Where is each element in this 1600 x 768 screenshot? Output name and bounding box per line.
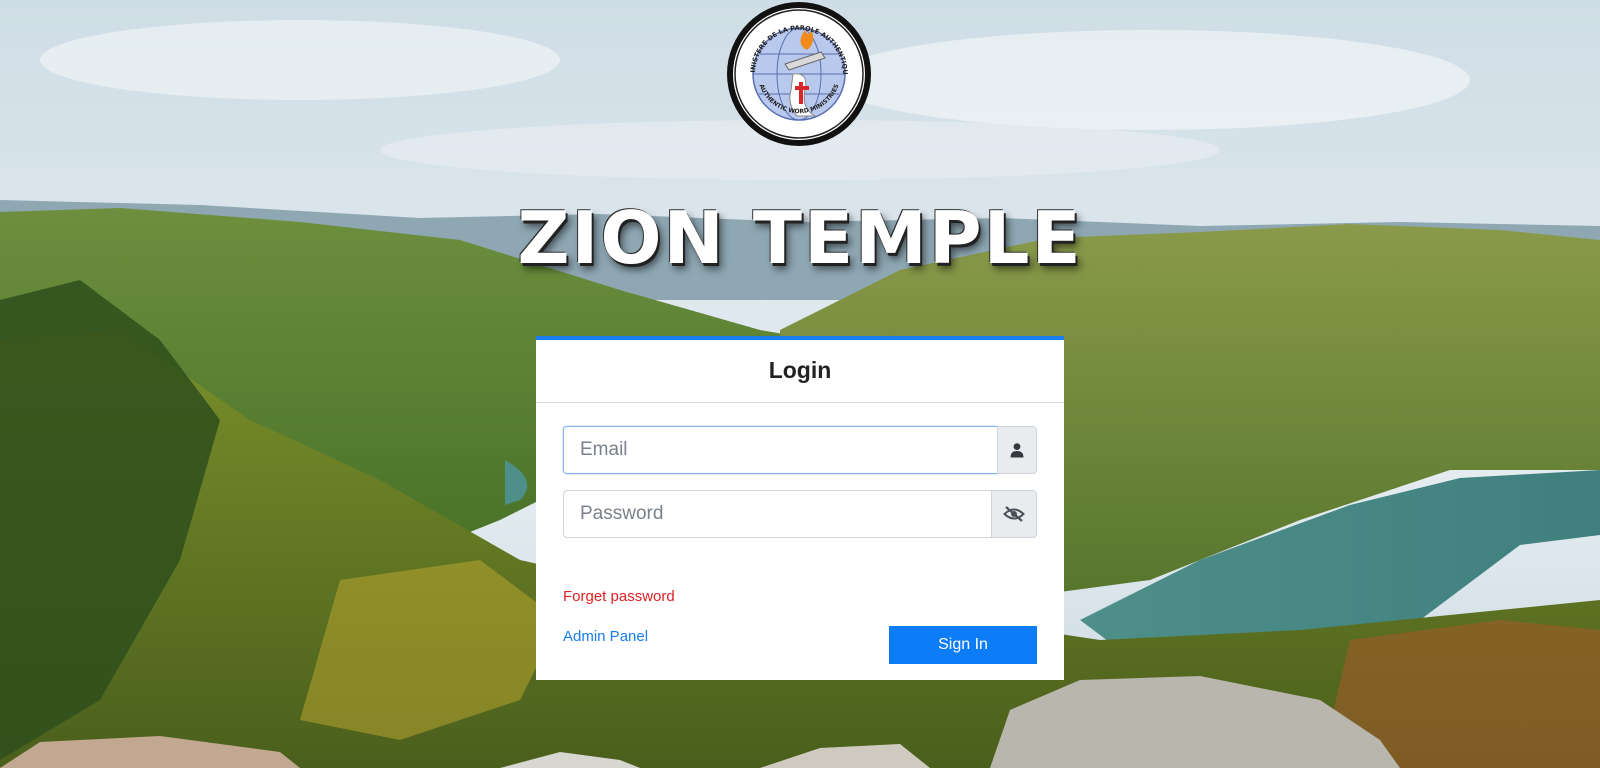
site-title: ZION TEMPLE [517, 196, 1083, 280]
password-input[interactable] [563, 490, 991, 538]
admin-panel-link[interactable]: Admin Panel [563, 628, 648, 645]
email-input[interactable] [563, 426, 997, 474]
login-page: MINISTERE DE LA PAROLE AUTHENTIQUE AUTHE… [0, 0, 1600, 768]
forget-password-link[interactable]: Forget password [563, 588, 675, 605]
login-header: Login [536, 340, 1064, 403]
ministry-seal: MINISTERE DE LA PAROLE AUTHENTIQUE AUTHE… [722, 0, 873, 148]
eye-slash-icon[interactable] [991, 490, 1037, 538]
password-group [563, 490, 1037, 538]
user-icon [997, 426, 1037, 474]
email-group [563, 426, 1037, 474]
seal-graphic: MINISTERE DE LA PAROLE AUTHENTIQUE AUTHE… [722, 0, 871, 146]
sign-in-button[interactable]: Sign In [889, 626, 1037, 664]
login-card: Login Forget password Admin Panel [536, 336, 1064, 680]
